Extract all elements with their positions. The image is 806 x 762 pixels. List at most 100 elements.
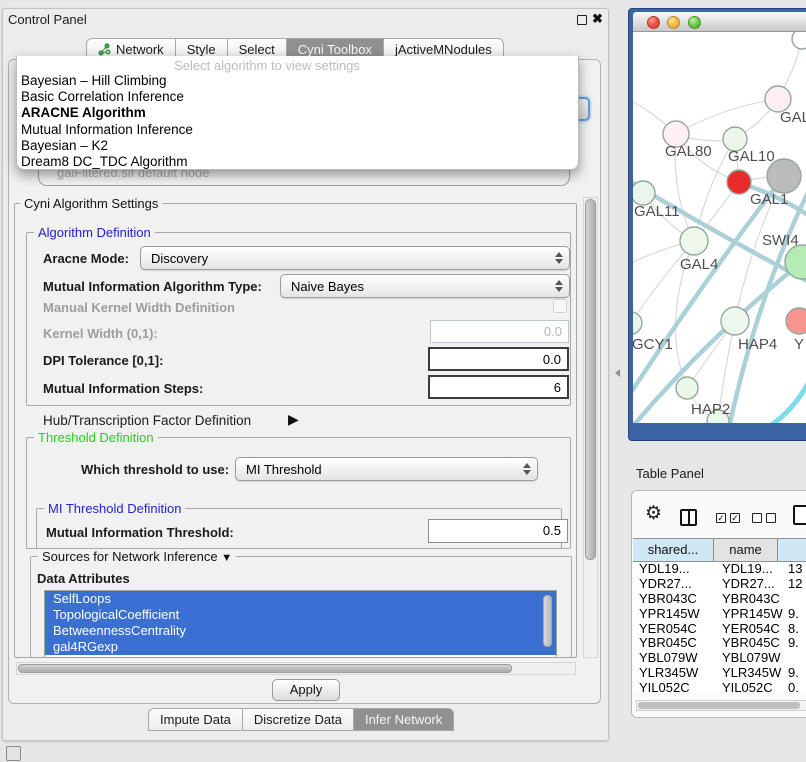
list-scrollbar-thumb[interactable] xyxy=(543,595,552,647)
network-node-gcy1[interactable] xyxy=(633,312,642,334)
data-attribute-item[interactable]: gal4RGexp xyxy=(45,639,556,655)
split-view-icon[interactable] xyxy=(680,509,697,526)
mi-algorithm-type-select[interactable]: Naive Bayes xyxy=(280,274,570,298)
table-cell xyxy=(778,651,806,666)
algorithm-option[interactable]: Bayesian – Hill Climbing xyxy=(21,73,574,89)
data-attributes-label: Data Attributes xyxy=(37,571,130,586)
select-all-columns-icon[interactable]: ✓ xyxy=(716,513,726,523)
kernel-width-label: Kernel Width (0,1): xyxy=(43,326,158,341)
data-attribute-item[interactable]: SelfLoops xyxy=(45,591,556,607)
network-node-gal11[interactable] xyxy=(633,181,655,205)
mi-threshold-field[interactable]: 0.5 xyxy=(428,519,568,543)
node-label: GAL10 xyxy=(728,148,775,165)
minimize-traffic-light-icon[interactable] xyxy=(667,16,680,29)
manual-kernel-checkbox[interactable] xyxy=(553,299,567,313)
algorithm-option[interactable]: Dream8 DC_TDC Algorithm xyxy=(21,154,574,170)
zoom-traffic-light-icon[interactable] xyxy=(688,16,701,29)
select-all-columns-icon[interactable]: ✓ xyxy=(730,513,740,523)
algorithm-option[interactable]: Bayesian – K2 xyxy=(21,138,574,154)
settings-horizontal-scrollbar-thumb[interactable] xyxy=(18,664,512,673)
deselect-all-columns-icon[interactable] xyxy=(752,513,762,523)
table-row[interactable]: YER054CYER054C8. xyxy=(633,622,806,637)
close-icon[interactable]: ✖ xyxy=(592,11,603,27)
table-row[interactable]: YDL19...YDL19...13 xyxy=(633,562,806,577)
data-attribute-item[interactable]: TopologicalCoefficient xyxy=(45,607,556,623)
sources-title-text: Sources for Network Inference xyxy=(42,549,218,564)
table-cell: YIL052C xyxy=(633,681,714,692)
close-traffic-light-icon[interactable] xyxy=(647,16,660,29)
network-node-hap2[interactable] xyxy=(676,377,698,399)
algorithm-option[interactable]: Basic Correlation Inference xyxy=(21,89,574,105)
table-cell: 9. xyxy=(778,666,806,681)
network-node-hap4[interactable] xyxy=(721,307,749,335)
stepper-arrows-icon xyxy=(551,252,569,264)
data-attribute-item[interactable]: BetweennessCentrality xyxy=(45,623,556,639)
network-node-gal4[interactable] xyxy=(680,227,708,255)
grip-icon[interactable] xyxy=(6,746,21,761)
kernel-width-field[interactable]: 0.0 xyxy=(430,320,569,343)
aracne-mode-label: Aracne Mode: xyxy=(43,251,129,266)
table-row[interactable]: YBR043CYBR043C xyxy=(633,592,806,607)
aracne-mode-value: Discovery xyxy=(141,251,551,266)
network-node-gal1[interactable] xyxy=(727,170,751,194)
network-edge[interactable] xyxy=(728,182,806,423)
table-cell: YER054C xyxy=(714,622,778,637)
table-row[interactable]: YPR145WYPR145W9. xyxy=(633,607,806,622)
table-row[interactable]: YDR27...YDR27...12 xyxy=(633,577,806,592)
aracne-mode-select[interactable]: Discovery xyxy=(140,246,570,270)
mi-threshold-label: Mutual Information Threshold: xyxy=(46,525,234,540)
table-horizontal-scrollbar-thumb[interactable] xyxy=(638,702,800,709)
node-label: GAL80 xyxy=(665,143,712,160)
tab-infer-network[interactable]: Infer Network xyxy=(354,708,454,731)
dropdown-placeholder: Select algorithm to view settings xyxy=(17,58,517,73)
column-header-clipped[interactable] xyxy=(778,538,806,562)
dropdown-item-list: Bayesian – Hill ClimbingBasic Correlatio… xyxy=(21,73,574,170)
table-row[interactable]: YBL079WYBL079W xyxy=(633,651,806,666)
sources-group-title[interactable]: Sources for Network Inference ▼ xyxy=(38,549,236,564)
data-attributes-list[interactable]: SelfLoopsTopologicalCoefficientBetweenne… xyxy=(44,590,557,658)
deselect-all-columns-icon[interactable] xyxy=(766,513,776,523)
table-panel-title: Table Panel xyxy=(636,466,704,481)
table-row[interactable]: YBR045CYBR045C9. xyxy=(633,636,806,651)
table-row[interactable]: YIL052CYIL052C0. xyxy=(633,681,806,692)
node-label: GAL4 xyxy=(680,256,718,273)
gear-icon[interactable]: ⚙ xyxy=(645,504,662,523)
new-column-icon[interactable] xyxy=(793,505,806,525)
splitter-collapse-icon[interactable] xyxy=(615,369,620,377)
float-window-icon[interactable] xyxy=(577,15,587,25)
network-node-y[interactable] xyxy=(786,308,806,334)
network-node[interactable] xyxy=(792,32,806,49)
mi-steps-field[interactable]: 6 xyxy=(428,375,569,399)
dpi-tolerance-field[interactable]: 0.0 xyxy=(428,347,569,371)
node-label: GAL xyxy=(780,109,806,126)
table-row[interactable]: YLR345WYLR345W9. xyxy=(633,666,806,681)
settings-vertical-scrollbar-thumb[interactable] xyxy=(585,199,596,560)
table-cell: YDL19... xyxy=(633,562,714,577)
algorithm-option[interactable]: Mutual Information Inference xyxy=(21,122,574,138)
apply-button[interactable]: Apply xyxy=(272,679,340,701)
network-window-titlebar[interactable] xyxy=(633,12,806,32)
network-canvas[interactable]: GALGAL80GAL10GAL1GAL11GAL4SWI4GCY1HAP4YH… xyxy=(633,32,806,423)
table-cell xyxy=(778,592,806,607)
tab-impute-data[interactable]: Impute Data xyxy=(148,708,243,731)
tab-label: Impute Data xyxy=(160,712,231,727)
table-cell: YLR345W xyxy=(633,666,714,681)
stepper-arrows-icon xyxy=(519,463,537,475)
column-header-shared[interactable]: shared... xyxy=(633,538,714,562)
tab-discretize-data[interactable]: Discretize Data xyxy=(243,708,354,731)
which-threshold-select[interactable]: MI Threshold xyxy=(235,457,538,481)
algorithm-option[interactable]: ARACNE Algorithm xyxy=(21,105,574,121)
expand-arrow-icon[interactable]: ▶ xyxy=(288,411,299,428)
node-label: HAP4 xyxy=(738,336,777,353)
algorithm-definition-title: Algorithm Definition xyxy=(34,225,155,240)
table-cell: YPR145W xyxy=(633,607,714,622)
node-label: GCY1 xyxy=(633,336,673,353)
node-label: HAP2 xyxy=(691,401,730,418)
table-cell: 9. xyxy=(778,636,806,651)
table-cell: 0. xyxy=(778,681,806,692)
network-edge[interactable] xyxy=(676,99,778,134)
tab-label: Network xyxy=(116,42,164,57)
collapse-arrow-icon[interactable]: ▼ xyxy=(221,552,232,564)
column-header-name[interactable]: name xyxy=(714,538,778,562)
network-edge[interactable] xyxy=(758,370,806,423)
